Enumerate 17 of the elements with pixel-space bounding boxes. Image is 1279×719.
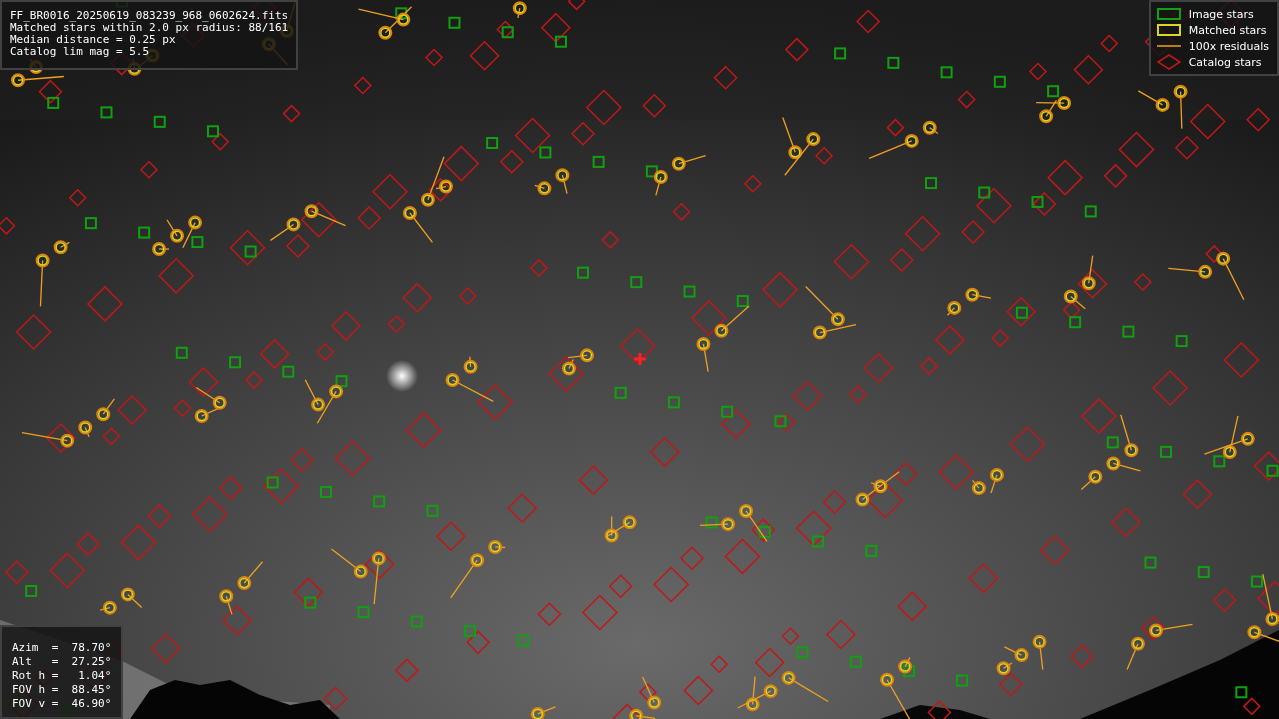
line-icon bbox=[1156, 44, 1181, 48]
pointing-text: Rot h = 1.04° bbox=[12, 669, 112, 683]
info-text: Catalog lim mag = 5.5 bbox=[10, 46, 151, 58]
pointing-text: Alt = 27.25° bbox=[12, 655, 112, 669]
square-icon bbox=[1156, 8, 1181, 20]
legend-label: Catalog stars bbox=[1188, 55, 1262, 69]
pointing-text: FOV v = 46.90° bbox=[12, 697, 112, 711]
square-icon bbox=[1156, 24, 1181, 36]
pointing-text: FOV h = 88.45° bbox=[12, 683, 112, 697]
legend-label: Matched stars bbox=[1188, 23, 1267, 37]
legend-label: Image stars bbox=[1188, 7, 1254, 21]
info-text: Median distance = 0.25 px bbox=[10, 34, 177, 46]
diamond-icon bbox=[1156, 54, 1181, 70]
pointing-text: Azim = 78.70° bbox=[12, 641, 112, 655]
legend-label: 100x residuals bbox=[1188, 39, 1269, 53]
info-text: FF_BR0016_20250619_083239_968_0602624.fits bbox=[10, 10, 289, 22]
info-text: Matched stars within 2.0 px radius: 88/161 bbox=[10, 22, 289, 34]
